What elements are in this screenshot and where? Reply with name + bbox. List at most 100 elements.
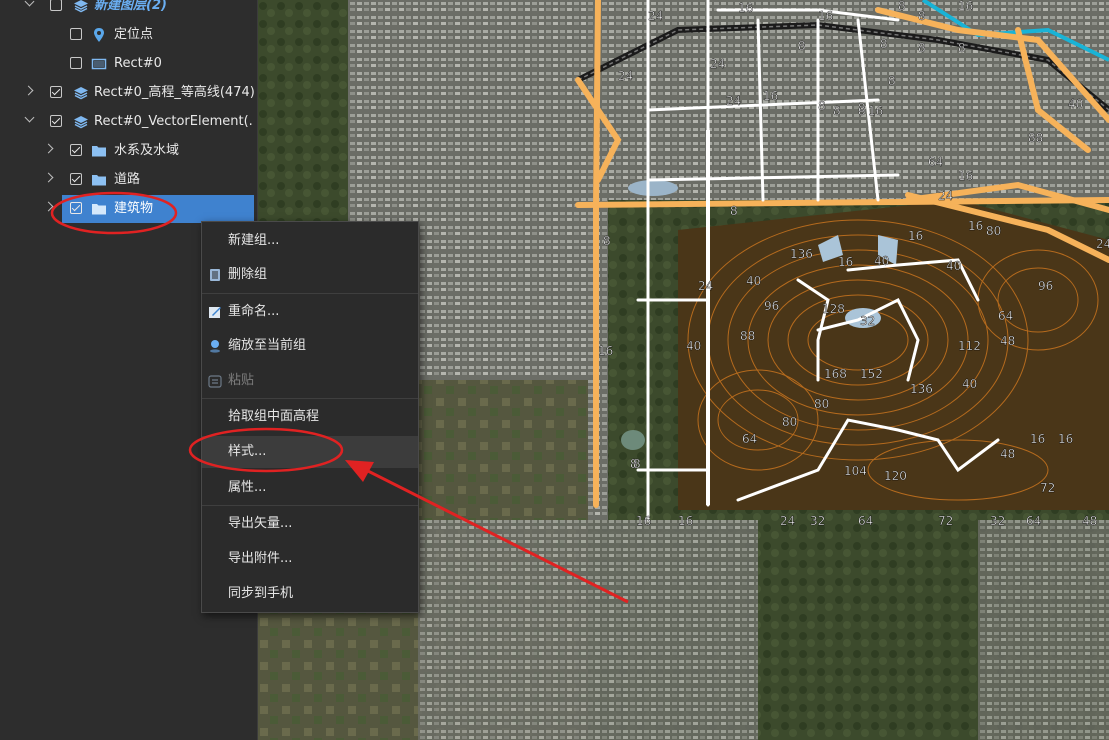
layer-checkbox[interactable] xyxy=(50,0,62,11)
contour-elevation-label: 8 xyxy=(918,41,926,55)
layer-checkbox[interactable] xyxy=(70,173,82,185)
contour-elevation-label: 96 xyxy=(1038,279,1053,293)
layer-row-point[interactable]: 定位点 xyxy=(0,21,257,49)
menu-item-style[interactable]: 样式... xyxy=(202,436,418,468)
contour-elevation-label: 40 xyxy=(746,274,761,288)
layer-label: 新建图层(2) xyxy=(94,0,167,13)
layer-row-vector[interactable]: Rect#0_VectorElement(... xyxy=(0,108,257,136)
menu-item-zoom-to-group[interactable]: 缩放至当前组 xyxy=(202,330,418,362)
contour-elevation-label: 48 xyxy=(1000,334,1015,348)
contour-elevation-label: 8 xyxy=(918,9,926,23)
contour-elevation-label: 16 xyxy=(818,9,833,23)
contour-elevation-label: 8 xyxy=(898,0,906,13)
menu-separator xyxy=(202,505,418,506)
menu-item-new-group[interactable]: 新建组... xyxy=(202,225,418,257)
menu-separator xyxy=(202,398,418,399)
layer-row-roads[interactable]: 道路 xyxy=(0,166,257,194)
contour-elevation-label: 32 xyxy=(810,514,825,528)
contour-elevation-label: 24 xyxy=(648,9,663,23)
contour-elevation-label: 24 xyxy=(618,69,633,83)
contour-elevation-label: 16 xyxy=(738,1,753,15)
layer-label: 定位点 xyxy=(114,27,154,42)
contour-elevation-label: 112 xyxy=(958,339,981,353)
contour-elevation-label: 152 xyxy=(860,367,883,381)
contour-elevation-label: 24 xyxy=(938,189,953,203)
contour-elevation-label: 88 xyxy=(740,329,755,343)
contour-elevation-label: 80 xyxy=(986,224,1001,238)
contour-elevation-label: 120 xyxy=(884,469,907,483)
layer-checkbox[interactable] xyxy=(50,115,62,127)
menu-item-export-vector[interactable]: 导出矢量... xyxy=(202,508,418,540)
menu-item-properties[interactable]: 属性... xyxy=(202,472,418,504)
chevron-right-icon[interactable] xyxy=(43,143,54,154)
trash-icon xyxy=(210,269,220,281)
contour-elevation-label: 24 xyxy=(726,94,741,108)
layer-checkbox[interactable] xyxy=(70,202,82,214)
contour-elevation-label: 136 xyxy=(910,382,933,396)
menu-item-export-attachment[interactable]: 导出附件... xyxy=(202,543,418,575)
edit-icon xyxy=(209,307,221,318)
layer-checkbox[interactable] xyxy=(70,28,82,40)
contour-elevation-label: 48 xyxy=(1082,514,1097,528)
contour-elevation-label: 16 xyxy=(908,229,923,243)
folder-icon xyxy=(92,146,106,157)
contour-elevation-label: 64 xyxy=(1026,514,1041,528)
map-pin-icon xyxy=(94,28,104,42)
layers-icon xyxy=(74,87,88,100)
menu-item-sync-to-phone[interactable]: 同步到手机 xyxy=(202,578,418,610)
contour-elevation-label: 8 xyxy=(858,101,866,115)
contour-elevation-label: 8 xyxy=(818,99,826,113)
contour-elevation-label: 24 xyxy=(710,57,725,71)
contour-elevation-label: 8 xyxy=(730,204,738,218)
layer-row-buildings-content[interactable]: 建筑物 xyxy=(0,195,257,223)
contour-elevation-label: 72 xyxy=(938,514,953,528)
chevron-right-icon[interactable] xyxy=(23,85,34,96)
menu-item-delete-group[interactable]: 删除组 xyxy=(202,259,418,291)
chevron-right-icon[interactable] xyxy=(43,172,54,183)
contour-elevation-label: 8 xyxy=(798,39,806,53)
locate-icon xyxy=(210,340,220,353)
contour-elevation-label: 24 xyxy=(698,279,713,293)
contour-elevation-label: 72 xyxy=(1040,481,1055,495)
chevron-down-icon[interactable] xyxy=(24,0,35,7)
contour-elevation-label: 168 xyxy=(824,367,847,381)
contour-elevation-label: 88 xyxy=(1028,131,1043,145)
contour-elevation-label: 16 xyxy=(958,0,973,13)
folder-icon xyxy=(92,204,106,215)
contour-elevation-label: 16 xyxy=(968,219,983,233)
contour-elevation-label: 8 xyxy=(888,74,896,88)
menu-item-rename[interactable]: 重命名... xyxy=(202,296,418,328)
layer-checkbox[interactable] xyxy=(70,57,82,69)
contour-elevation-label: 40 xyxy=(962,377,977,391)
contour-elevation-label: 128 xyxy=(822,302,845,316)
layers-icon xyxy=(74,116,88,129)
layer-label: Rect#0 xyxy=(114,56,162,71)
chevron-down-icon[interactable] xyxy=(24,112,35,123)
contour-elevation-label: 16 xyxy=(636,514,651,528)
layer-row-new-layer[interactable]: 新建图层(2) xyxy=(0,0,257,20)
layer-label: Rect#0_VectorElement(... xyxy=(94,114,254,129)
menu-item-pick-elevation[interactable]: 拾取组中面高程 xyxy=(202,401,418,433)
contour-elevation-label: 8 xyxy=(833,104,841,118)
layer-label: 道路 xyxy=(114,172,141,187)
contour-elevation-label: 104 xyxy=(844,464,867,478)
contour-elevation-label: 40 xyxy=(946,259,961,273)
contour-elevation-label: 40 xyxy=(874,254,889,268)
layer-row-contours[interactable]: Rect#0_高程_等高线(474) xyxy=(0,79,257,107)
menu-item-paste: 粘贴 xyxy=(202,365,418,397)
layers-icon xyxy=(74,0,88,13)
contour-elevation-label: 64 xyxy=(858,514,873,528)
contour-elevation-label: 80 xyxy=(782,415,797,429)
layer-row-water[interactable]: 水系及水域 xyxy=(0,137,257,165)
contour-elevation-label: 16 xyxy=(868,104,883,118)
layer-label: 水系及水域 xyxy=(114,143,180,158)
folder-icon xyxy=(92,175,106,186)
chevron-right-icon[interactable] xyxy=(43,201,54,212)
rectangle-icon xyxy=(91,58,107,70)
contour-elevation-label: 136 xyxy=(790,247,813,261)
contour-elevation-label: 64 xyxy=(742,432,757,446)
layer-row-rect[interactable]: Rect#0 xyxy=(0,50,257,78)
layer-checkbox[interactable] xyxy=(70,144,82,156)
contour-elevation-label: 32 xyxy=(990,514,1005,528)
layer-checkbox[interactable] xyxy=(50,86,62,98)
